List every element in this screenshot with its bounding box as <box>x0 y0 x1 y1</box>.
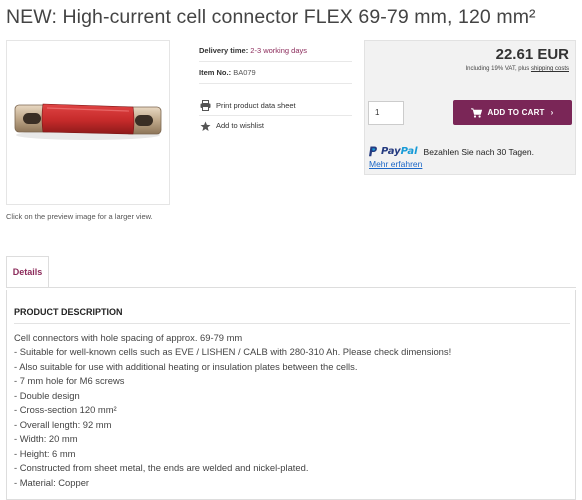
printer-icon <box>199 100 211 112</box>
product-info: Delivery time: 2-3 working days Item No.… <box>199 40 352 136</box>
paypal-pay-later-text: Bezahlen Sie nach 30 Tagen. <box>423 146 534 157</box>
details-panel: PRODUCT DESCRIPTION Cell connectors with… <box>6 290 576 500</box>
heading-divider <box>14 323 570 324</box>
description-line: - Suitable for well-known cells such as … <box>14 346 452 358</box>
delivery-time-row: Delivery time: 2-3 working days <box>199 40 352 62</box>
item-number-label: Item No.: <box>199 68 232 77</box>
item-number-value: BA079 <box>233 68 256 77</box>
star-icon <box>199 120 211 132</box>
description-line: - Double design <box>14 389 80 401</box>
paypal-later-row: PayPal Bezahlen Sie nach 30 Tagen. <box>369 146 534 157</box>
item-number-row: Item No.: BA079 <box>199 62 352 84</box>
delivery-time-label: Delivery time: <box>199 46 249 55</box>
description-line: - Overall length: 92 mm <box>14 418 112 430</box>
product-price: 22.61 EUR <box>495 46 569 63</box>
image-caption: Click on the preview image for a larger … <box>6 212 153 221</box>
paypal-icon <box>369 146 378 157</box>
paypal-more-link[interactable]: Mehr erfahren <box>369 159 422 169</box>
cart-icon <box>471 107 483 118</box>
add-to-cart-button[interactable]: ADD TO CART › <box>453 100 572 125</box>
delivery-time-value: 2-3 working days <box>250 46 307 55</box>
description-line: - Also suitable for use with additional … <box>14 360 358 372</box>
product-title: NEW: High-current cell connector FLEX 69… <box>6 6 536 28</box>
description-line: - Height: 6 mm <box>14 447 76 459</box>
product-image[interactable] <box>6 40 170 205</box>
add-to-cart-label: ADD TO CART <box>487 108 545 117</box>
description-line: - Material: Copper <box>14 476 90 488</box>
paypal-logo: PayPal <box>381 146 418 157</box>
vat-note: Including 19% VAT, plus shipping costs <box>465 66 569 72</box>
quantity-input[interactable]: 1 <box>368 101 404 125</box>
vat-prefix: Including 19% VAT, plus <box>465 66 530 72</box>
shipping-costs-link[interactable]: shipping costs <box>531 66 569 72</box>
print-datasheet-label: Print product data sheet <box>216 100 296 110</box>
product-description-heading: PRODUCT DESCRIPTION <box>14 307 123 317</box>
cell-connector-image[interactable] <box>7 41 169 204</box>
description-line: - Cross-section 120 mm² <box>14 404 117 416</box>
add-to-wishlist-link[interactable]: Add to wishlist <box>199 116 352 136</box>
tab-details[interactable]: Details <box>6 256 49 288</box>
buy-box: 22.61 EUR Including 19% VAT, plus shippi… <box>364 40 576 175</box>
print-datasheet-link[interactable]: Print product data sheet <box>199 96 352 116</box>
product-description: Cell connectors with hole spacing of app… <box>14 331 570 490</box>
description-line: - 7 mm hole for M6 screws <box>14 375 125 387</box>
description-line: Cell connectors with hole spacing of app… <box>14 332 243 343</box>
description-line: - Width: 20 mm <box>14 433 78 445</box>
add-to-wishlist-label: Add to wishlist <box>216 121 264 130</box>
description-line: - Constructed from sheet metal, the ends… <box>14 462 309 474</box>
chevron-right-icon: › <box>550 108 554 117</box>
tab-divider <box>6 287 576 288</box>
